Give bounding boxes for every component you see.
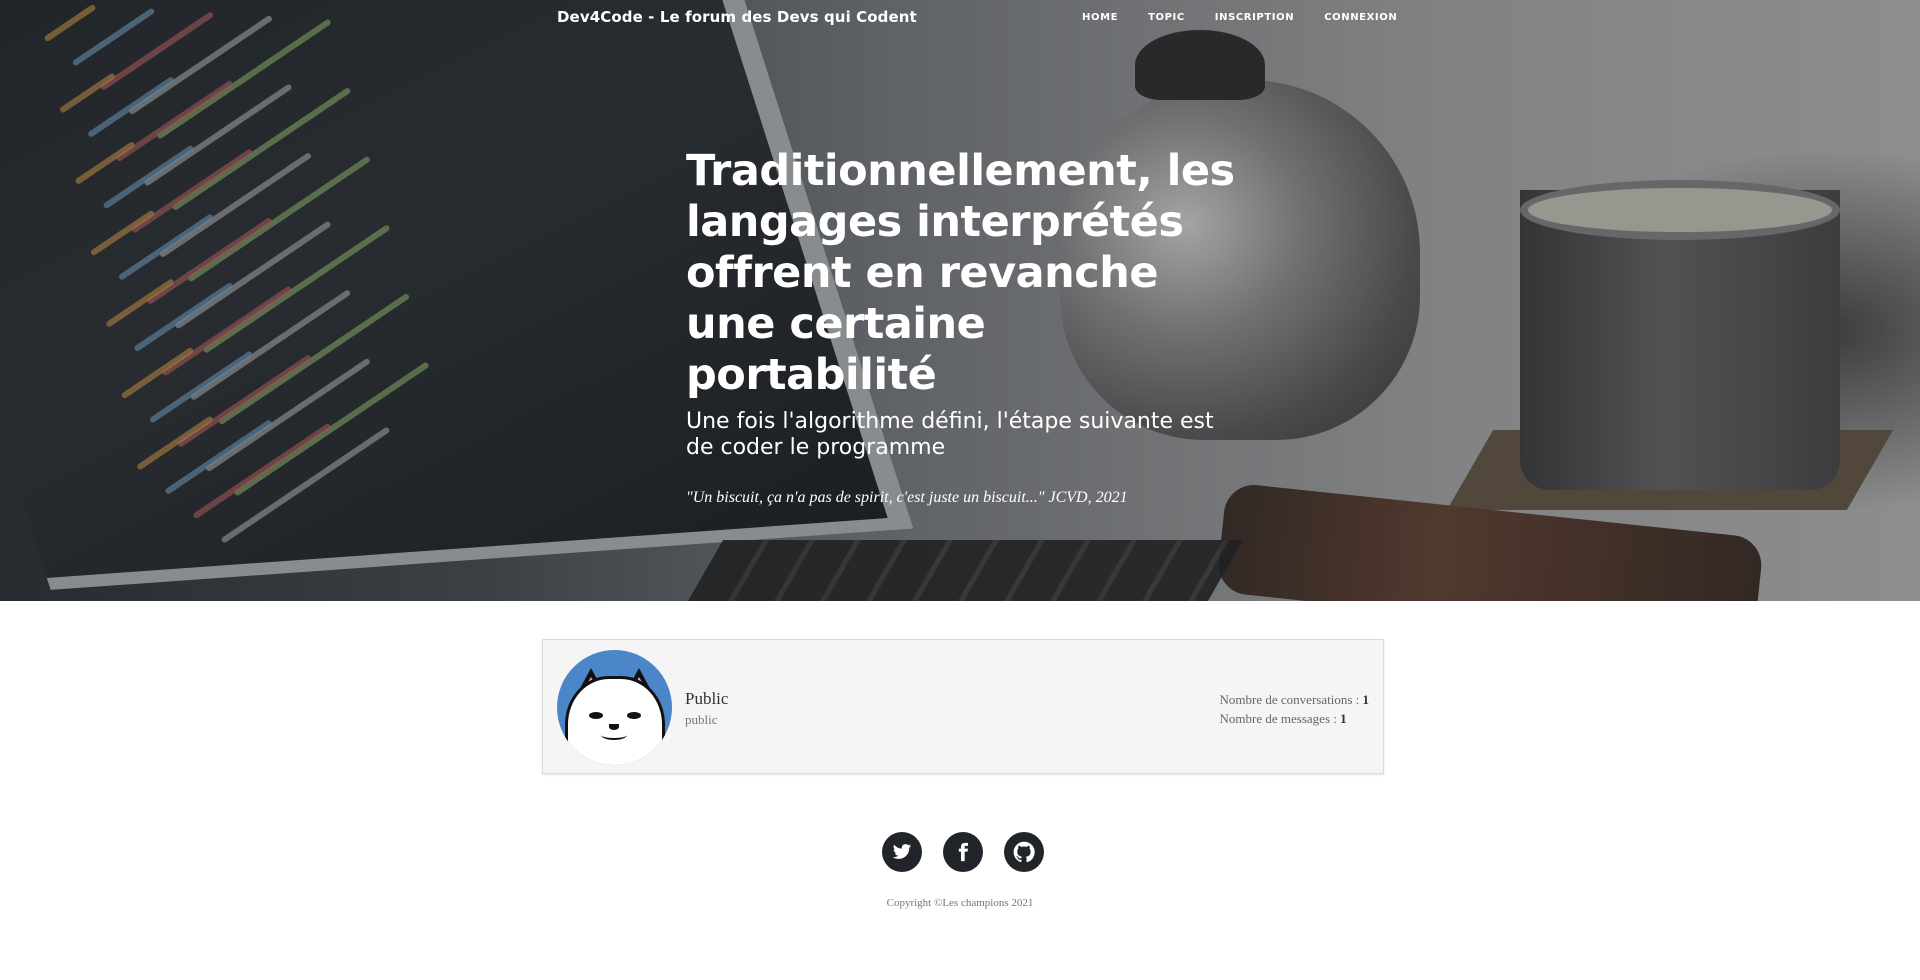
social-links bbox=[882, 832, 1044, 872]
nav-links: Home Topic Inscription Connexion bbox=[1082, 12, 1427, 23]
hero-header: Dev4Code - Le forum des Devs qui Codent … bbox=[0, 0, 1920, 601]
cat-face-icon bbox=[565, 676, 665, 765]
cat-eye-right-icon bbox=[627, 712, 641, 719]
nav-link-inscription[interactable]: Inscription bbox=[1215, 12, 1294, 23]
nav-link-topic[interactable]: Topic bbox=[1148, 12, 1185, 23]
cat-mouth-icon bbox=[601, 730, 627, 740]
twitter-link[interactable] bbox=[882, 832, 922, 872]
facebook-link[interactable] bbox=[943, 832, 983, 872]
github-link[interactable] bbox=[1004, 832, 1044, 872]
cat-eye-left-icon bbox=[589, 712, 603, 719]
avatar bbox=[557, 650, 672, 765]
twitter-icon bbox=[892, 844, 912, 859]
navbar: Dev4Code - Le forum des Devs qui Codent … bbox=[0, 0, 1920, 36]
nav-link-home[interactable]: Home bbox=[1082, 12, 1118, 23]
brand-link[interactable]: Dev4Code - Le forum des Devs qui Codent bbox=[557, 8, 917, 26]
messages-stat: Nombre de messages : 1 bbox=[1220, 709, 1369, 728]
profile-name: Public bbox=[685, 689, 729, 708]
profile-stats: Nombre de conversations : 1 Nombre de me… bbox=[1220, 690, 1369, 728]
hero-quote: "Un biscuit, ça n'a pas de spirit, c'est… bbox=[686, 489, 1128, 506]
messages-count: 1 bbox=[1340, 711, 1347, 726]
nav-link-connexion[interactable]: Connexion bbox=[1324, 12, 1397, 23]
hero-text: Traditionnellement, les langages interpr… bbox=[686, 146, 1246, 507]
hero-title: Traditionnellement, les langages interpr… bbox=[686, 146, 1235, 400]
profile-card: Public public Nombre de conversations : … bbox=[542, 639, 1384, 774]
conversations-label: Nombre de conversations : bbox=[1219, 692, 1363, 707]
github-icon bbox=[1013, 841, 1035, 863]
conversations-count: 1 bbox=[1362, 692, 1370, 707]
profile-role: public bbox=[685, 712, 718, 727]
hero-subtitle: Une fois l'algorithme défini, l'étape su… bbox=[686, 409, 1214, 460]
facebook-icon bbox=[958, 842, 968, 862]
conversations-stat: Nombre de conversations : 1 bbox=[1220, 690, 1369, 709]
messages-label: Nombre de messages : bbox=[1219, 711, 1341, 726]
copyright-text: Copyright ©Les champions 2021 bbox=[886, 897, 1034, 909]
